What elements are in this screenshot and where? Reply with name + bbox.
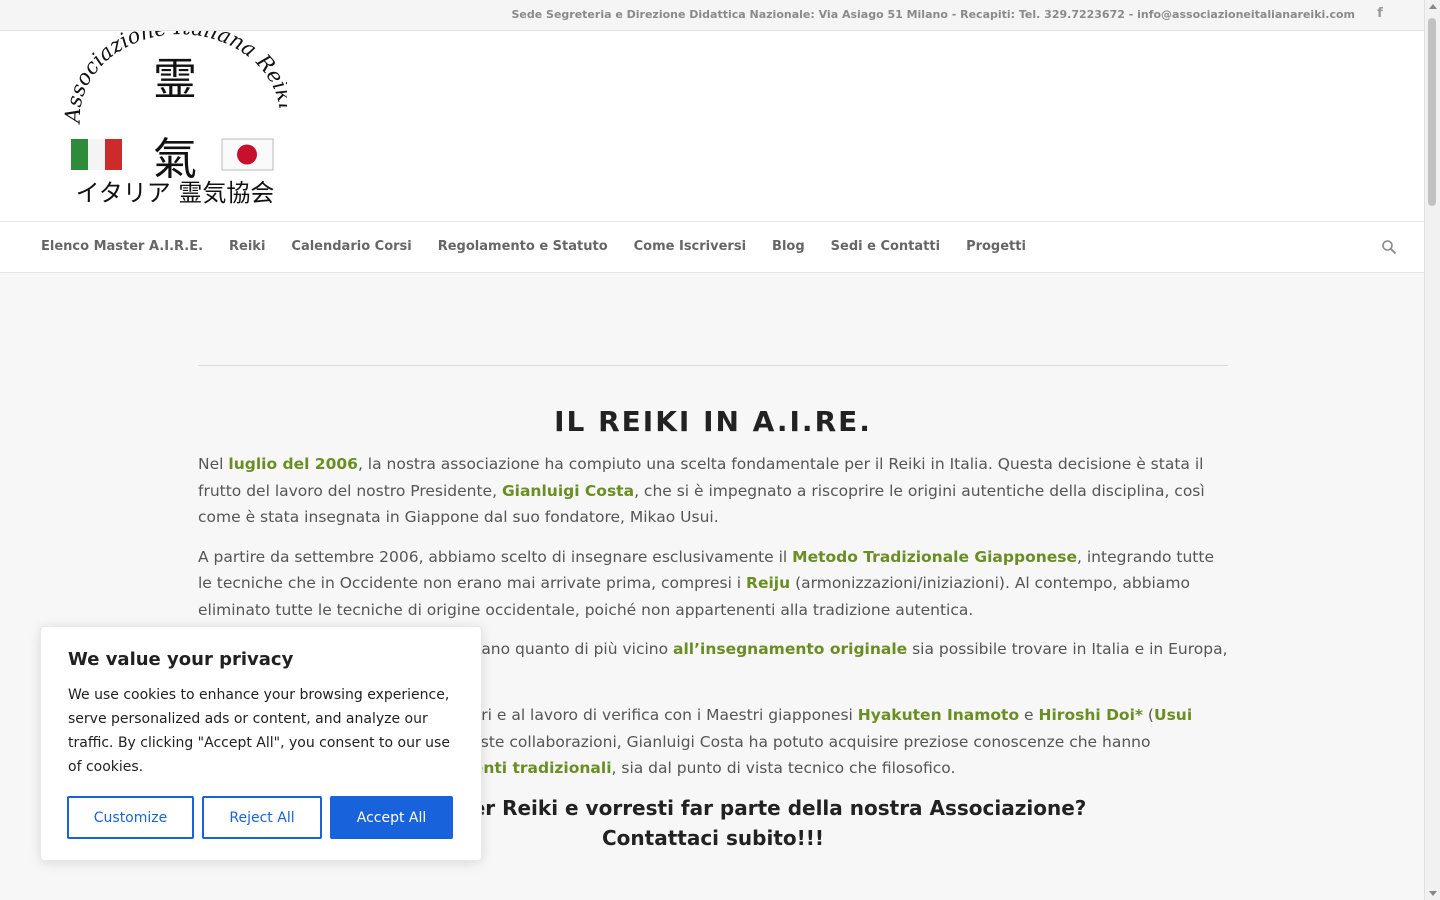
highlight-text: Reiju xyxy=(746,574,791,592)
scroll-up-icon[interactable] xyxy=(1429,4,1437,9)
logo-kanji-top: 霊 xyxy=(153,54,197,105)
page-scrollbar[interactable] xyxy=(1424,0,1440,900)
paragraph-1: Nel luglio del 2006, la nostra associazi… xyxy=(198,451,1228,531)
content-divider xyxy=(198,365,1228,366)
nav-item-come-iscriversi[interactable]: Come Iscriversi xyxy=(621,222,759,272)
site-header: Associazione Italiana Reiki 霊 氣 イタリア 霊気協… xyxy=(0,31,1425,222)
site-logo[interactable]: Associazione Italiana Reiki 霊 氣 イタリア 霊気協… xyxy=(62,31,287,211)
text: Nel xyxy=(198,455,229,473)
highlight-text: Metodo Tradizionale Giapponese xyxy=(792,547,1078,566)
highlight-text: luglio del 2006 xyxy=(228,455,358,473)
main-navigation: Elenco Master A.I.R.E. Reiki Calendario … xyxy=(0,222,1425,273)
customize-button[interactable]: Customize xyxy=(67,796,194,839)
highlight-text: Hiroshi Doi* xyxy=(1038,706,1143,724)
text: ( xyxy=(1143,706,1154,724)
italian-flag-icon xyxy=(71,139,122,170)
cookie-title: We value your privacy xyxy=(68,649,294,670)
top-info-bar: Sede Segreteria e Direzione Didattica Na… xyxy=(0,0,1425,31)
nav-item-regolamento[interactable]: Regolamento e Statuto xyxy=(425,222,621,272)
highlight-text: all’insegnamento originale xyxy=(673,640,908,658)
nav-item-reiki[interactable]: Reiki xyxy=(216,222,278,272)
cookie-text: We use cookies to enhance your browsing … xyxy=(68,687,450,775)
cookie-consent-banner: We value your privacy We use cookies to … xyxy=(40,626,482,861)
nav-item-elenco-master[interactable]: Elenco Master A.I.R.E. xyxy=(28,222,216,272)
highlight-text: Gianluigi Costa xyxy=(501,481,635,500)
logo-kanji-bottom: 氣 xyxy=(153,134,197,185)
paragraph-2: A partire da settembre 2006, abbiamo sce… xyxy=(198,544,1228,624)
highlight-text: Hyakuten Inamoto xyxy=(857,706,1020,724)
scrollbar-thumb[interactable] xyxy=(1428,18,1436,206)
accept-all-button[interactable]: Accept All xyxy=(330,796,453,839)
logo-japanese-text: イタリア 霊気協会 xyxy=(76,179,275,207)
nav-item-calendario-corsi[interactable]: Calendario Corsi xyxy=(278,222,424,272)
contact-info: Sede Segreteria e Direzione Didattica Na… xyxy=(511,8,1355,21)
page-title: IL REIKI IN A.I.RE. xyxy=(554,405,872,438)
text: e xyxy=(1019,706,1039,724)
text: , sia dal punto di vista tecnico che fil… xyxy=(611,759,956,777)
scroll-down-icon[interactable] xyxy=(1429,891,1437,896)
text: A partire da settembre 2006, abbiamo sce… xyxy=(198,547,793,566)
japanese-flag-icon xyxy=(221,138,274,171)
reject-all-button[interactable]: Reject All xyxy=(202,796,322,839)
search-icon[interactable] xyxy=(1381,239,1397,255)
nav-item-sedi-contatti[interactable]: Sedi e Contatti xyxy=(818,222,953,272)
facebook-icon[interactable]: f xyxy=(1374,7,1386,21)
nav-item-progetti[interactable]: Progetti xyxy=(953,222,1039,272)
nav-item-blog[interactable]: Blog xyxy=(759,222,818,272)
